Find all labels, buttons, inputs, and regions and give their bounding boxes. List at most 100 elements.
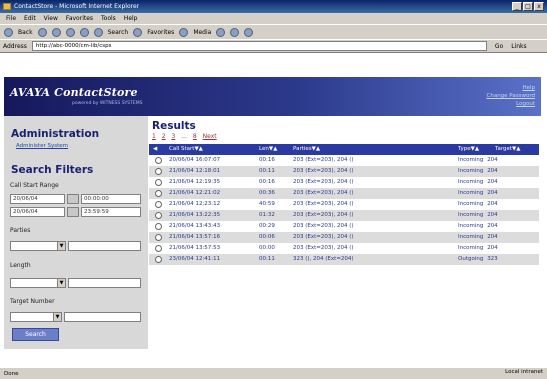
cell-call-start: 23/06/04 12:41:11 xyxy=(169,256,221,262)
print-icon[interactable] xyxy=(244,27,254,37)
cell-len: 00:11 xyxy=(259,168,275,174)
date-from-field[interactable]: 20/06/04 xyxy=(10,194,65,204)
length-field[interactable] xyxy=(68,278,141,288)
table-row[interactable]: 20/06/04 16:07:07 00:16 203 (Ext=203), 204… xyxy=(149,155,539,166)
menu-view[interactable]: View xyxy=(44,13,58,24)
help-link[interactable]: Help xyxy=(487,84,535,92)
favorites-button[interactable]: Favorites xyxy=(147,29,174,36)
table-row[interactable]: 21/06/04 13:57:16 00:06 203 (Ext=203), 204… xyxy=(149,232,539,243)
length-operator-select[interactable]: ▼ xyxy=(10,278,66,288)
forward-icon[interactable] xyxy=(37,27,47,37)
table-row[interactable]: 21/06/04 13:57:53 00:00 203 (Ext=203), 204… xyxy=(149,243,539,254)
table-row[interactable]: 21/06/04 12:23:12 40:59 203 (Ext=203), 204… xyxy=(149,199,539,210)
table-row[interactable]: 21/06/04 12:18:01 00:11 203 (Ext=203), 204… xyxy=(149,166,539,177)
row-radio-button[interactable] xyxy=(155,157,162,164)
search-icon[interactable] xyxy=(93,27,103,37)
column-header-target[interactable]: Target▼▲ xyxy=(495,146,520,152)
page-link-8[interactable]: 8 xyxy=(193,133,197,140)
menu-help[interactable]: Help xyxy=(124,13,138,24)
menu-file[interactable]: File xyxy=(6,13,16,24)
speaker-icon: ◀ xyxy=(153,146,158,152)
parties-operator-select[interactable]: ▼ xyxy=(10,241,66,251)
cell-parties: 203 (Ext=203), 204 () xyxy=(293,223,354,229)
row-radio-button[interactable] xyxy=(155,212,162,219)
column-header-len[interactable]: Len▼▲ xyxy=(259,146,277,152)
cell-type: Outgoing xyxy=(458,256,484,262)
media-button[interactable]: Media xyxy=(193,29,211,36)
column-header-type[interactable]: Type▼▲ xyxy=(458,146,479,152)
next-page-link[interactable]: Next xyxy=(203,133,217,140)
stop-icon[interactable] xyxy=(51,27,61,37)
status-bar: Done Local intranet xyxy=(0,367,547,379)
target-number-field[interactable] xyxy=(64,312,141,322)
calendar-icon[interactable] xyxy=(67,194,79,204)
parties-label: Parties xyxy=(10,227,31,234)
search-button[interactable]: Search xyxy=(12,328,59,341)
administer-system-link[interactable]: Administer System xyxy=(16,143,68,149)
menu-favorites[interactable]: Favorites xyxy=(66,13,93,24)
chevron-down-icon: ▼ xyxy=(53,313,61,321)
logout-link[interactable]: Logout xyxy=(487,100,535,108)
search-button[interactable]: Search xyxy=(108,29,129,36)
minimize-button[interactable]: _ xyxy=(512,2,522,11)
favorites-icon[interactable] xyxy=(133,27,143,37)
back-icon[interactable] xyxy=(4,27,13,37)
cell-call-start: 20/06/04 16:07:07 xyxy=(169,157,221,163)
media-icon[interactable] xyxy=(179,27,189,37)
table-row[interactable]: 21/06/04 13:43:43 00:29 203 (Ext=203), 204… xyxy=(149,221,539,232)
table-row[interactable]: 21/06/04 13:22:35 01:32 203 (Ext=203), 204… xyxy=(149,210,539,221)
close-button[interactable]: x xyxy=(534,2,544,11)
table-row[interactable]: 21/06/04 12:21:02 00:36 203 (Ext=203), 204… xyxy=(149,188,539,199)
history-icon[interactable] xyxy=(216,27,226,37)
menu-tools[interactable]: Tools xyxy=(101,13,116,24)
page-link-1[interactable]: 1 xyxy=(152,133,156,140)
row-radio-button[interactable] xyxy=(155,234,162,241)
cell-call-start: 21/06/04 12:19:35 xyxy=(169,179,221,185)
mail-icon[interactable] xyxy=(230,27,240,37)
back-button[interactable]: Back xyxy=(18,29,33,36)
page-link-2[interactable]: 2 xyxy=(162,133,166,140)
parties-field[interactable] xyxy=(68,241,141,251)
search-filters-heading: Search Filters xyxy=(11,164,94,176)
page-link-3[interactable]: 3 xyxy=(172,133,176,140)
maximize-button[interactable]: □ xyxy=(523,2,533,11)
address-input[interactable]: http://abc-0000/cm-lib/csps xyxy=(31,41,487,51)
go-button[interactable]: Go xyxy=(495,43,503,50)
change-password-link[interactable]: Change Password xyxy=(487,92,536,100)
cell-parties: 203 (Ext=203), 204 () xyxy=(293,234,354,240)
row-radio-button[interactable] xyxy=(155,256,162,263)
header-links: Help Change Password Logout xyxy=(487,84,536,108)
cell-parties: 203 (Ext=203), 204 () xyxy=(293,212,354,218)
row-radio-button[interactable] xyxy=(155,201,162,208)
column-header-parties[interactable]: Parties▼▲ xyxy=(293,146,320,152)
table-row[interactable]: 23/06/04 12:41:11 00:11 323 (), 204 (Ext=2… xyxy=(149,254,539,265)
cell-parties: 203 (Ext=203), 204 () xyxy=(293,201,354,207)
cell-len: 00:16 xyxy=(259,157,275,163)
row-radio-button[interactable] xyxy=(155,245,162,252)
avaya-logo: AVAYA ContactStore xyxy=(10,86,138,99)
menu-edit[interactable]: Edit xyxy=(24,13,36,24)
refresh-icon[interactable] xyxy=(65,27,75,37)
table-header: ◀ Call Start▼▲ Len▼▲ Parties▼▲ Type▼▲ Ta… xyxy=(149,144,539,155)
row-radio-button[interactable] xyxy=(155,190,162,197)
column-header-call-start[interactable]: Call Start▼▲ xyxy=(169,146,203,152)
cell-type: Incoming xyxy=(458,245,484,251)
cell-parties: 203 (Ext=203), 204 () xyxy=(293,157,354,163)
time-to-field[interactable]: 23:59:59 xyxy=(81,207,141,217)
table-row[interactable]: 21/06/04 12:19:35 00:16 203 (Ext=203), 204… xyxy=(149,177,539,188)
calendar-icon[interactable] xyxy=(67,207,79,217)
cell-type: Incoming xyxy=(458,190,484,196)
column-label: Call Start xyxy=(169,146,195,152)
time-from-field[interactable]: 00:00:00 xyxy=(81,194,141,204)
home-icon[interactable] xyxy=(79,27,89,37)
row-radio-button[interactable] xyxy=(155,223,162,230)
logo-subtitle: powered by WITNESS SYSTEMS xyxy=(72,101,143,106)
row-radio-button[interactable] xyxy=(155,179,162,186)
links-button[interactable]: Links xyxy=(511,43,526,50)
table-body: 20/06/04 16:07:07 00:16 203 (Ext=203), 204… xyxy=(149,155,539,265)
row-radio-button[interactable] xyxy=(155,168,162,175)
target-operator-select[interactable]: ▼ xyxy=(10,312,62,322)
date-to-field[interactable]: 20/06/04 xyxy=(10,207,65,217)
cell-type: Incoming xyxy=(458,168,484,174)
cell-target: 204 xyxy=(487,223,498,229)
